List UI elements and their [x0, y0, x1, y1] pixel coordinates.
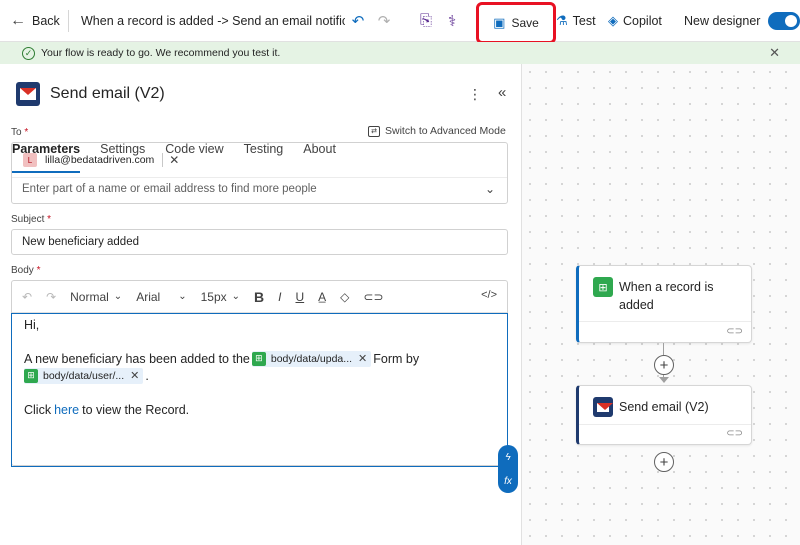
- divider: [579, 424, 751, 425]
- remove-recipient-icon[interactable]: ✕: [162, 153, 179, 167]
- chevron-down-icon: ⌄: [231, 291, 241, 302]
- body-content[interactable]: Hi, A new beneficiary has been added to …: [11, 313, 508, 467]
- save-icon: ▣: [493, 15, 506, 30]
- close-icon[interactable]: ✕: [769, 45, 780, 61]
- back-button[interactable]: ← Back: [0, 0, 64, 42]
- link-icon[interactable]: ⊂⊃: [363, 290, 383, 304]
- divider: [579, 321, 751, 322]
- switch-advanced-mode-button[interactable]: ⇄ Switch to Advanced Mode: [368, 125, 506, 137]
- lightning-icon[interactable]: ϟ: [505, 452, 510, 463]
- copilot-icon: ◈: [608, 13, 618, 28]
- success-banner: ✓ Your flow is ready to go. We recommend…: [0, 42, 800, 64]
- italic-button[interactable]: I: [278, 290, 281, 304]
- checkmark-icon: ✓: [22, 46, 35, 60]
- save-label: Save: [511, 16, 539, 30]
- dataverse-icon: ⊞: [251, 351, 266, 366]
- chevron-down-icon: ⌄: [113, 291, 123, 302]
- collapse-panel-icon[interactable]: «: [498, 84, 506, 101]
- recipient-chip[interactable]: L lilla@bedatadriven.com ✕: [23, 150, 179, 170]
- editor-toolbar: ↶ ↷ Normal ⌄ Arial ⌄ 15px ⌄ B I U A̲ ◇ ⊂⊃ <…: [12, 281, 507, 313]
- connector-line: [663, 343, 664, 355]
- recipient-email: lilla@bedatadriven.com: [45, 154, 155, 166]
- flask-icon: ⚗: [556, 13, 568, 28]
- outlook-mail-icon: [593, 397, 613, 417]
- back-label: Back: [32, 13, 60, 28]
- advanced-mode-label: Switch to Advanced Mode: [385, 125, 506, 137]
- new-designer-toggle[interactable]: [768, 12, 800, 30]
- flow-checker-icon[interactable]: ⎘: [413, 0, 439, 42]
- add-step-plus-icon[interactable]: +: [654, 355, 674, 375]
- trigger-title: When a record is added: [619, 280, 714, 312]
- to-field[interactable]: L lilla@bedatadriven.com ✕ Enter part of…: [11, 142, 508, 204]
- fx-icon[interactable]: fx: [504, 476, 512, 487]
- copilot-button[interactable]: ◈ Copilot: [608, 0, 662, 42]
- avatar: L: [23, 153, 37, 167]
- trigger-card[interactable]: ⊞ When a record is added ⊂⊃: [576, 265, 752, 343]
- chevron-down-icon: ⌄: [178, 291, 187, 302]
- remove-token-icon[interactable]: ✕: [130, 369, 139, 382]
- body-label: Body *: [11, 265, 41, 276]
- copilot-label: Copilot: [623, 14, 662, 28]
- code-view-icon[interactable]: </>: [481, 289, 497, 301]
- panel-header: Send email (V2): [16, 80, 165, 108]
- undo-icon[interactable]: ↶: [345, 0, 371, 42]
- dynamic-content-token[interactable]: ⊞ body/data/user/... ✕: [24, 367, 144, 384]
- flow-title[interactable]: When a record is added -> Send an email …: [73, 0, 345, 42]
- arrow-left-icon: ←: [10, 11, 26, 29]
- subject-input[interactable]: [11, 229, 508, 255]
- dataverse-icon: ⊞: [593, 277, 613, 297]
- highlight-icon[interactable]: ◇: [340, 290, 349, 304]
- dataverse-icon: ⊞: [24, 368, 38, 383]
- test-button[interactable]: ⚗ Test: [556, 0, 596, 42]
- arrow-down-icon: [659, 377, 669, 383]
- divider: [68, 9, 69, 32]
- underline-button[interactable]: U: [295, 290, 304, 304]
- banner-message: Your flow is ready to go. We recommend y…: [41, 47, 281, 59]
- redo-icon[interactable]: ↷: [46, 290, 56, 304]
- bold-button[interactable]: B: [254, 289, 264, 305]
- new-designer-toggle-group: New designer: [684, 0, 800, 42]
- font-color-icon[interactable]: A̲: [318, 290, 326, 304]
- test-label: Test: [572, 14, 596, 28]
- body-line: A new beneficiary has been added to the …: [24, 350, 420, 367]
- font-size-dropdown[interactable]: 15px ⌄: [201, 290, 240, 304]
- remove-token-icon[interactable]: ✕: [358, 352, 367, 365]
- new-designer-label: New designer: [684, 14, 761, 28]
- redo-icon[interactable]: ↷: [371, 0, 397, 42]
- panel-title[interactable]: Send email (V2): [50, 85, 165, 103]
- body-line: Hi,: [24, 317, 40, 332]
- save-button[interactable]: ▣ Save: [476, 2, 556, 44]
- paragraph-style-dropdown[interactable]: Normal ⌄: [70, 290, 122, 304]
- action-title: Send email (V2): [619, 400, 709, 414]
- action-card[interactable]: Send email (V2) ⊂⊃: [576, 385, 752, 445]
- link-icon: ⊂⊃: [726, 326, 743, 337]
- body-line: Click here to view the Record.: [24, 402, 190, 417]
- dynamic-content-token[interactable]: ⊞ body/data/upda... ✕: [251, 350, 372, 367]
- body-line: ⊞ body/data/user/... ✕ .: [24, 367, 495, 384]
- chevron-down-icon[interactable]: ⌄: [485, 182, 495, 196]
- expression-insert-pill[interactable]: ϟ fx: [498, 445, 518, 493]
- undo-icon[interactable]: ↶: [22, 290, 32, 304]
- divider: [12, 177, 507, 178]
- stethoscope-icon[interactable]: ⚕: [439, 0, 465, 42]
- link-icon: ⊂⊃: [726, 428, 743, 439]
- outlook-mail-icon: [16, 82, 40, 106]
- record-link[interactable]: here: [54, 403, 79, 417]
- command-bar: ← Back When a record is added -> Send an…: [0, 0, 800, 42]
- switch-mode-icon: ⇄: [368, 125, 380, 137]
- to-search-input[interactable]: Enter part of a name or email address to…: [22, 183, 317, 195]
- add-step-plus-icon[interactable]: +: [654, 452, 674, 472]
- subject-label: Subject *: [11, 214, 52, 225]
- more-options-icon[interactable]: ⋮: [468, 86, 482, 103]
- font-family-dropdown[interactable]: Arial ⌄: [136, 290, 186, 304]
- to-label: To *: [11, 127, 29, 138]
- body-editor: ↶ ↷ Normal ⌄ Arial ⌄ 15px ⌄ B I U A̲ ◇ ⊂⊃ <…: [11, 280, 508, 467]
